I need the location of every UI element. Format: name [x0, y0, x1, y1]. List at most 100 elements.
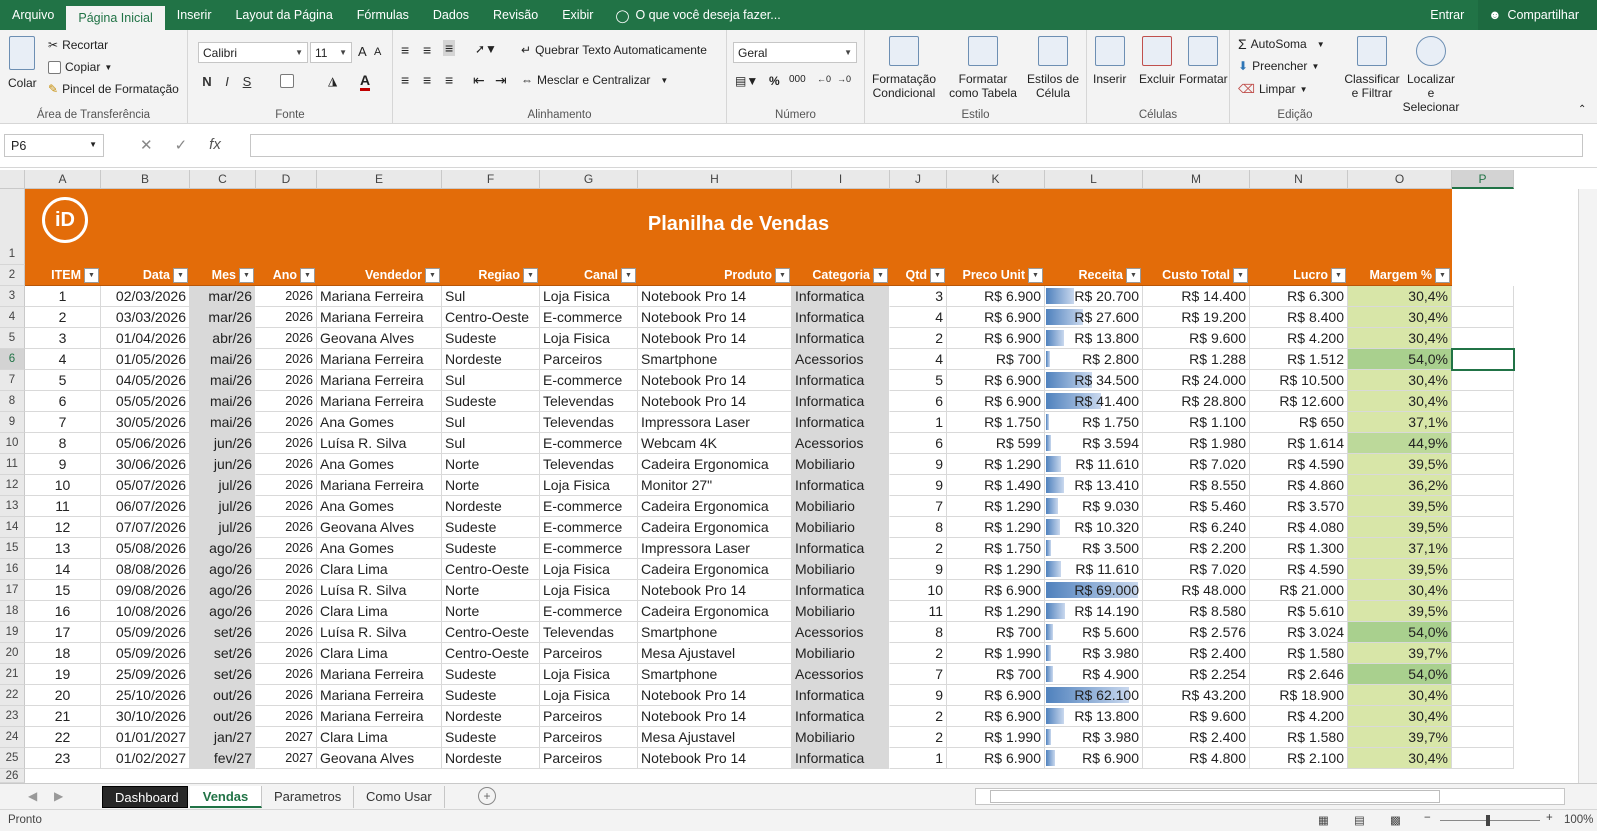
table-cell[interactable]: R$ 13.800 — [1045, 706, 1143, 727]
font-size-combo[interactable]: 11 ▼ — [310, 42, 352, 63]
table-cell[interactable]: 39,7% — [1348, 727, 1452, 748]
table-cell[interactable]: 05/08/2026 — [101, 538, 190, 559]
align-right-button[interactable]: ≡ — [445, 72, 453, 88]
table-cell[interactable]: E-commerce — [540, 517, 638, 538]
table-cell[interactable]: Mariana Ferreira — [317, 706, 442, 727]
table-cell[interactable]: 2 — [25, 307, 101, 328]
table-cell[interactable]: Informatica — [792, 391, 890, 412]
table-cell[interactable]: Mariana Ferreira — [317, 664, 442, 685]
table-cell[interactable]: 30,4% — [1348, 706, 1452, 727]
table-cell[interactable]: 3 — [25, 328, 101, 349]
row-header[interactable]: 4 — [0, 307, 25, 328]
table-cell[interactable]: 54,0% — [1348, 622, 1452, 643]
filter-dropdown-icon[interactable]: ▼ — [621, 268, 636, 283]
table-cell[interactable]: R$ 2.400 — [1143, 643, 1250, 664]
table-cell[interactable]: 30,4% — [1348, 328, 1452, 349]
table-cell[interactable]: jun/26 — [190, 454, 256, 475]
table-cell[interactable] — [1452, 580, 1514, 601]
table-cell[interactable]: R$ 1.290 — [947, 517, 1045, 538]
row-header[interactable]: 16 — [0, 559, 25, 580]
normal-view-icon[interactable]: ▦ — [1318, 813, 1329, 827]
table-cell[interactable]: 39,5% — [1348, 496, 1452, 517]
table-cell[interactable]: 10 — [890, 580, 947, 601]
row-header[interactable]: 1 — [0, 189, 25, 265]
table-cell[interactable]: Impressora Laser — [638, 538, 792, 559]
column-header[interactable]: P — [1452, 170, 1514, 189]
table-cell[interactable]: Luísa R. Silva — [317, 622, 442, 643]
collapse-ribbon-button[interactable]: ⌃ — [1578, 104, 1586, 115]
cell-styles-button[interactable]: Estilos de Célula — [1025, 36, 1081, 100]
table-cell[interactable]: R$ 4.860 — [1250, 475, 1348, 496]
table-cell[interactable]: R$ 69.000 — [1045, 580, 1143, 601]
copy-button[interactable]: Copiar ▼ — [48, 60, 112, 74]
filter-dropdown-icon[interactable]: ▼ — [873, 268, 888, 283]
table-cell[interactable]: Norte — [442, 454, 540, 475]
table-cell[interactable]: 2 — [890, 727, 947, 748]
table-cell[interactable]: Informatica — [792, 706, 890, 727]
enter-icon[interactable]: ✓ — [175, 136, 188, 154]
filter-dropdown-icon[interactable]: ▼ — [1331, 268, 1346, 283]
row-header[interactable]: 8 — [0, 391, 25, 412]
formula-input[interactable] — [250, 134, 1583, 157]
table-cell[interactable]: 9 — [890, 559, 947, 580]
table-cell[interactable]: R$ 14.190 — [1045, 601, 1143, 622]
format-as-table-button[interactable]: Formatar como Tabela — [943, 36, 1023, 100]
table-cell[interactable]: 2026 — [256, 349, 317, 370]
table-cell[interactable]: R$ 2.200 — [1143, 538, 1250, 559]
table-cell[interactable]: Informatica — [792, 307, 890, 328]
table-cell[interactable]: Informatica — [792, 475, 890, 496]
table-cell[interactable]: 6 — [890, 391, 947, 412]
table-cell[interactable] — [1452, 286, 1514, 307]
tab-inserir[interactable]: Inserir — [165, 0, 224, 30]
table-cell[interactable]: 30,4% — [1348, 748, 1452, 769]
table-cell[interactable]: 21 — [25, 706, 101, 727]
fx-icon[interactable]: fx — [209, 136, 221, 154]
next-sheet-button[interactable]: ▶ — [54, 789, 63, 803]
table-cell[interactable]: 13 — [25, 538, 101, 559]
table-cell[interactable]: R$ 6.900 — [947, 685, 1045, 706]
column-header[interactable]: O — [1348, 170, 1452, 189]
table-cell[interactable]: Sul — [442, 286, 540, 307]
increase-decimal-button[interactable]: ←0 — [817, 74, 831, 84]
table-cell[interactable]: Mariana Ferreira — [317, 286, 442, 307]
table-cell[interactable]: E-commerce — [540, 370, 638, 391]
table-cell[interactable] — [1452, 538, 1514, 559]
scrollbar-thumb[interactable] — [990, 790, 1440, 803]
table-cell[interactable]: 8 — [25, 433, 101, 454]
row-header[interactable]: 24 — [0, 727, 25, 748]
table-cell[interactable]: R$ 1.990 — [947, 727, 1045, 748]
table-cell[interactable]: 25/09/2026 — [101, 664, 190, 685]
table-cell[interactable]: Clara Lima — [317, 643, 442, 664]
table-cell[interactable]: Mariana Ferreira — [317, 685, 442, 706]
table-cell[interactable]: R$ 4.800 — [1143, 748, 1250, 769]
filter-dropdown-icon[interactable]: ▼ — [1028, 268, 1043, 283]
table-cell[interactable]: 9 — [890, 685, 947, 706]
table-cell[interactable]: R$ 1.300 — [1250, 538, 1348, 559]
table-cell[interactable]: R$ 1.980 — [1143, 433, 1250, 454]
row-header[interactable]: 2 — [0, 265, 25, 286]
table-cell[interactable]: R$ 7.020 — [1143, 559, 1250, 580]
table-cell[interactable]: E-commerce — [540, 496, 638, 517]
table-cell[interactable]: Acessorios — [792, 622, 890, 643]
table-cell[interactable]: 54,0% — [1348, 664, 1452, 685]
table-cell[interactable]: Impressora Laser — [638, 412, 792, 433]
table-cell[interactable]: Notebook Pro 14 — [638, 685, 792, 706]
row-header[interactable]: 12 — [0, 475, 25, 496]
horizontal-scrollbar[interactable] — [975, 788, 1565, 805]
table-cell[interactable]: 05/09/2026 — [101, 622, 190, 643]
table-cell[interactable]: R$ 700 — [947, 664, 1045, 685]
filter-dropdown-icon[interactable]: ▼ — [239, 268, 254, 283]
table-cell[interactable]: Clara Lima — [317, 559, 442, 580]
table-cell[interactable]: R$ 2.400 — [1143, 727, 1250, 748]
table-cell[interactable]: 2026 — [256, 559, 317, 580]
filter-dropdown-icon[interactable]: ▼ — [930, 268, 945, 283]
table-cell[interactable]: Informatica — [792, 370, 890, 391]
table-cell[interactable]: Centro-Oeste — [442, 643, 540, 664]
table-cell[interactable]: Monitor 27" — [638, 475, 792, 496]
table-cell[interactable]: Sudeste — [442, 664, 540, 685]
column-header[interactable]: I — [792, 170, 890, 189]
row-header[interactable]: 26 — [0, 769, 25, 783]
page-break-icon[interactable]: ▩ — [1390, 813, 1401, 827]
table-cell[interactable]: 06/07/2026 — [101, 496, 190, 517]
table-cell[interactable]: R$ 11.610 — [1045, 559, 1143, 580]
